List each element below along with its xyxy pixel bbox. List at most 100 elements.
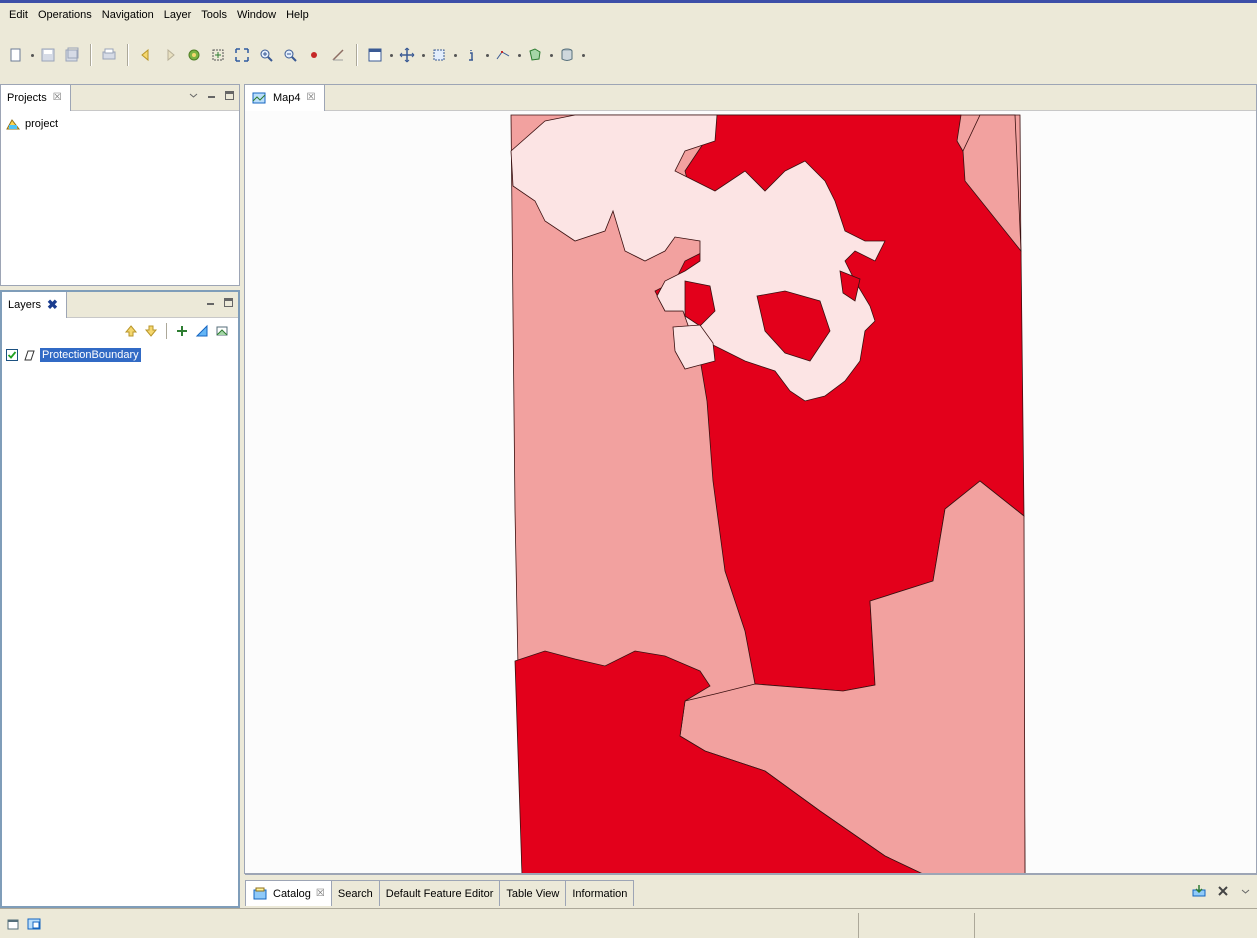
menu-layer[interactable]: Layer xyxy=(159,9,197,21)
toolbar-separator xyxy=(127,44,128,66)
map-editor-header: Map4 ☒ xyxy=(245,84,1256,111)
toolbar-separator xyxy=(166,323,167,339)
project-icon xyxy=(5,116,21,132)
zoom-out-icon[interactable] xyxy=(279,44,301,66)
select-box-dropdown[interactable] xyxy=(451,44,459,66)
bottom-panel-controls xyxy=(1191,883,1251,899)
map-canvas[interactable] xyxy=(245,111,1256,873)
catalog-tab-label: Catalog xyxy=(273,887,311,900)
zoom-in-icon[interactable] xyxy=(255,44,277,66)
bottom-views-tabbar: Catalog ☒ Search Default Feature Editor … xyxy=(245,874,1257,906)
feature-tool-icon[interactable] xyxy=(524,44,546,66)
menu-bar: Edit Operations Navigation Layer Tools W… xyxy=(0,3,1257,27)
polygon-layer-icon xyxy=(21,347,37,363)
layer-name[interactable]: ProtectionBoundary xyxy=(40,348,141,362)
menu-tools[interactable]: Tools xyxy=(196,9,232,21)
status-bar xyxy=(0,908,1257,938)
zoom-to-selection-icon[interactable] xyxy=(207,44,229,66)
tab-default-feature-editor[interactable]: Default Feature Editor xyxy=(378,880,501,906)
tab-information[interactable]: Information xyxy=(565,880,635,906)
menu-edit[interactable]: Edit xyxy=(4,9,33,21)
layers-toolbar xyxy=(2,318,238,344)
feature-tool-dropdown[interactable] xyxy=(547,44,555,66)
projects-panel-header: Projects ☒ xyxy=(1,84,239,111)
feature-editor-tab-label: Default Feature Editor xyxy=(385,887,494,900)
projects-tab-label: Projects xyxy=(7,91,47,104)
layer-properties-icon[interactable] xyxy=(214,323,230,339)
project-tree-item[interactable]: project xyxy=(1,115,239,133)
vertex-tool-icon[interactable] xyxy=(492,44,514,66)
layers-panel: Layers ✖ ProtectionBoundary xyxy=(0,290,240,908)
projects-panel: Projects ☒ project xyxy=(0,84,240,286)
close-icon[interactable]: ☒ xyxy=(53,92,62,103)
tab-table-view[interactable]: Table View xyxy=(499,880,567,906)
info-tool-icon[interactable] xyxy=(460,44,482,66)
move-layer-up-icon[interactable] xyxy=(123,323,139,339)
open-perspective-icon[interactable] xyxy=(26,916,42,932)
new-dropdown[interactable] xyxy=(28,44,36,66)
map-svg[interactable] xyxy=(245,111,1256,873)
toolbar-separator xyxy=(90,44,91,66)
menu-navigation[interactable]: Navigation xyxy=(97,9,159,21)
tab-map4[interactable]: Map4 ☒ xyxy=(245,84,325,111)
tab-projects[interactable]: Projects ☒ xyxy=(1,84,71,111)
forward-arrow-icon[interactable] xyxy=(159,44,181,66)
print-icon[interactable] xyxy=(98,44,120,66)
zoom-extent-icon[interactable] xyxy=(231,44,253,66)
window-tool-dropdown[interactable] xyxy=(387,44,395,66)
tab-layers[interactable]: Layers ✖ xyxy=(2,291,67,318)
pan-dropdown[interactable] xyxy=(419,44,427,66)
table-view-tab-label: Table View xyxy=(506,887,560,900)
database-tool-icon[interactable] xyxy=(556,44,578,66)
main-toolbar xyxy=(0,27,1257,83)
menu-window[interactable]: Window xyxy=(232,9,281,21)
remove-icon[interactable] xyxy=(1215,883,1231,899)
minimize-icon[interactable] xyxy=(205,89,217,101)
point-tool-icon[interactable] xyxy=(303,44,325,66)
search-tab-label: Search xyxy=(337,887,373,900)
status-divider xyxy=(974,913,975,938)
layers-panel-controls xyxy=(204,296,234,308)
vertex-tool-dropdown[interactable] xyxy=(515,44,523,66)
view-menu-icon[interactable] xyxy=(1239,885,1251,897)
tab-search[interactable]: Search xyxy=(330,880,380,906)
maximize-icon[interactable] xyxy=(222,296,234,308)
toolbar-separator xyxy=(356,44,357,66)
back-arrow-icon[interactable] xyxy=(135,44,157,66)
select-box-icon[interactable] xyxy=(428,44,450,66)
catalog-icon xyxy=(252,886,268,902)
maximize-icon[interactable] xyxy=(223,89,235,101)
import-icon[interactable] xyxy=(1191,883,1207,899)
minimize-icon[interactable] xyxy=(204,296,216,308)
map-editor: Map4 ☒ xyxy=(244,84,1257,874)
move-layer-down-icon[interactable] xyxy=(143,323,159,339)
info-tool-dropdown[interactable] xyxy=(483,44,491,66)
layer-row[interactable]: ProtectionBoundary xyxy=(2,346,238,364)
database-tool-dropdown[interactable] xyxy=(579,44,587,66)
edit-geometry-icon[interactable] xyxy=(327,44,349,66)
projects-panel-controls xyxy=(187,89,235,101)
status-divider xyxy=(858,913,859,938)
close-icon[interactable]: ☒ xyxy=(307,92,316,103)
fast-view-icon[interactable] xyxy=(6,916,22,932)
add-layer-icon[interactable] xyxy=(174,323,190,339)
new-icon[interactable] xyxy=(5,44,27,66)
menu-help[interactable]: Help xyxy=(281,9,314,21)
close-icon[interactable]: ☒ xyxy=(316,888,325,899)
map-icon xyxy=(251,90,267,106)
window-tool-icon[interactable] xyxy=(364,44,386,66)
pan-icon[interactable] xyxy=(396,44,418,66)
save-icon[interactable] xyxy=(37,44,59,66)
layer-style-icon[interactable] xyxy=(194,323,210,339)
information-tab-label: Information xyxy=(572,887,628,900)
refresh-map-icon[interactable] xyxy=(183,44,205,66)
project-label: project xyxy=(25,118,59,130)
view-menu-icon[interactable] xyxy=(187,89,199,101)
layers-panel-header: Layers ✖ xyxy=(2,291,238,318)
layers-tab-label: Layers xyxy=(8,298,42,311)
close-icon[interactable]: ✖ xyxy=(47,297,58,313)
layer-visibility-checkbox[interactable] xyxy=(6,349,18,361)
save-all-icon[interactable] xyxy=(61,44,83,66)
menu-operations[interactable]: Operations xyxy=(33,9,97,21)
tab-catalog[interactable]: Catalog ☒ xyxy=(245,880,332,906)
